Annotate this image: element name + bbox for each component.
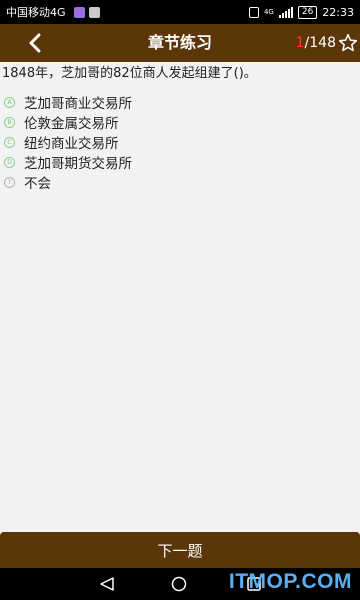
status-bar: 中国移动4G 4G 26 22:33 — [0, 0, 360, 24]
watermark: ITMOP.COM — [228, 570, 352, 593]
nav-home-icon[interactable] — [171, 576, 187, 592]
app-notification-icon — [73, 6, 85, 18]
option-a[interactable]: A 芝加哥商业交易所 — [4, 92, 358, 112]
option-radio-icon: ? — [4, 176, 15, 188]
option-unknown[interactable]: ? 不会 — [4, 172, 358, 192]
option-label: 芝加哥期货交易所 — [24, 156, 132, 172]
option-radio-icon: C — [4, 136, 15, 148]
network-type: 4G — [263, 8, 274, 16]
option-label: 纽约商业交易所 — [24, 136, 119, 152]
mail-notification-icon — [88, 6, 100, 18]
option-b[interactable]: B 伦敦金属交易所 — [4, 112, 358, 132]
option-radio-icon: A — [4, 96, 15, 108]
answer-options: A 芝加哥商业交易所 B 伦敦金属交易所 C 纽约商业交易所 D 芝加哥期货交易… — [4, 92, 358, 192]
next-question-button[interactable]: 下一题 — [0, 532, 360, 568]
favorite-button[interactable] — [338, 33, 358, 53]
chevron-left-icon — [29, 33, 41, 53]
question-text: 1848年，芝加哥的82位商人发起组建了()。 — [2, 66, 257, 81]
total-questions: /148 — [304, 35, 336, 51]
battery-indicator: 26 — [297, 5, 318, 19]
option-d[interactable]: D 芝加哥期货交易所 — [4, 152, 358, 172]
carrier-label: 中国移动4G — [6, 6, 66, 19]
back-button[interactable] — [22, 28, 48, 58]
option-label: 不会 — [24, 176, 51, 192]
option-label: 伦敦金属交易所 — [24, 116, 119, 132]
clock: 22:33 — [322, 5, 354, 19]
app-header: 章节练习 1/148 — [0, 24, 360, 62]
vibrate-icon — [248, 6, 259, 18]
signal-icon — [278, 6, 293, 18]
current-question-number: 1 — [295, 35, 305, 51]
option-radio-icon: B — [4, 116, 15, 128]
option-c[interactable]: C 纽约商业交易所 — [4, 132, 358, 152]
option-radio-icon: D — [4, 156, 15, 168]
option-label: 芝加哥商业交易所 — [24, 96, 132, 112]
system-nav-bar: ITMOP.COM — [0, 568, 360, 600]
star-outline-icon — [338, 33, 358, 52]
nav-back-icon[interactable] — [99, 576, 115, 592]
question-counter: 1/148 — [296, 24, 336, 62]
status-right: 4G 26 22:33 — [248, 5, 354, 19]
